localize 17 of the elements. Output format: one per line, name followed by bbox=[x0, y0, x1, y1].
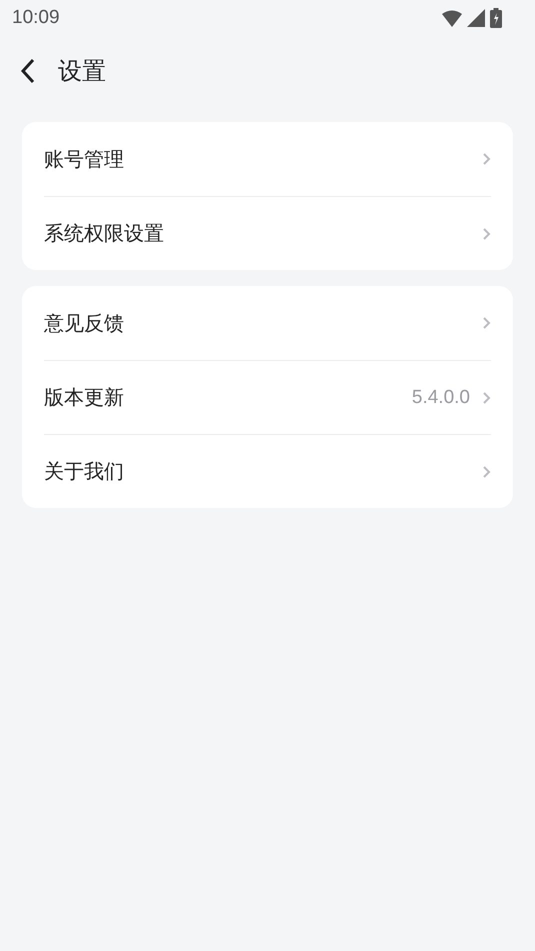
wifi-icon bbox=[442, 10, 462, 26]
chevron-icon bbox=[482, 316, 491, 330]
chevron-icon bbox=[482, 152, 491, 166]
settings-item[interactable]: 系统权限设置 bbox=[44, 196, 491, 270]
battery-icon bbox=[490, 8, 502, 28]
page-title: 设置 bbox=[58, 56, 106, 87]
status-time: 10:09 bbox=[12, 7, 60, 29]
chevron-icon bbox=[482, 226, 491, 240]
settings-item[interactable]: 意见反馈 bbox=[44, 286, 491, 360]
version-number: 5.4.0.0 bbox=[412, 386, 470, 408]
chevron-icon bbox=[482, 390, 491, 404]
chevron-icon bbox=[482, 464, 491, 478]
settings-item[interactable]: 关于我们 bbox=[44, 434, 491, 508]
signal-icon bbox=[467, 9, 485, 27]
settings-item[interactable]: 账号管理 bbox=[44, 122, 491, 196]
settings-item[interactable]: 版本更新 5.4.0.0 bbox=[44, 360, 491, 434]
back-button[interactable] bbox=[20, 58, 36, 84]
